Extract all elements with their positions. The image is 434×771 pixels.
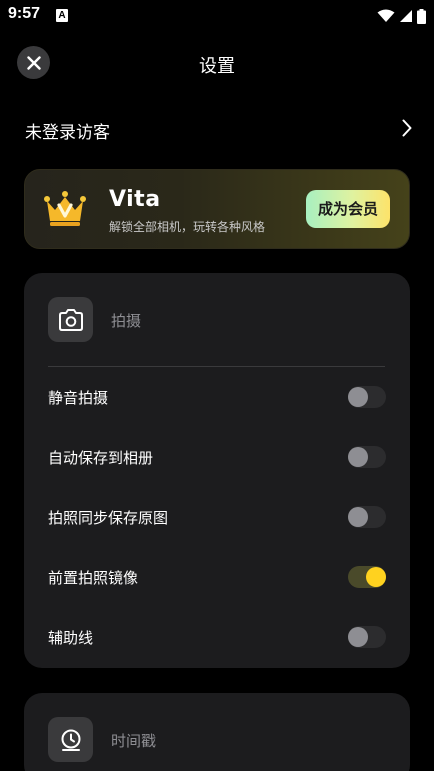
- wifi-icon: [377, 9, 395, 22]
- setting-save-original: 拍照同步保存原图: [48, 497, 386, 537]
- setting-label: 静音拍摄: [48, 389, 109, 407]
- header: 设置: [0, 40, 434, 84]
- crown-icon: [44, 191, 86, 226]
- account-label: 未登录访客: [25, 123, 110, 143]
- toggle-knob: [366, 567, 386, 587]
- status-time: 9:57: [8, 5, 41, 22]
- signal-icon: [400, 10, 412, 22]
- grid-lines-toggle[interactable]: [348, 626, 386, 648]
- setting-label: 拍照同步保存原图: [48, 509, 169, 527]
- setting-front-mirror: 前置拍照镜像: [48, 557, 386, 597]
- timestamp-card[interactable]: 时间戳: [24, 693, 410, 771]
- toggle-knob: [348, 387, 368, 407]
- chevron-right-icon: [402, 119, 412, 137]
- account-row[interactable]: 未登录访客: [0, 108, 434, 150]
- shoot-settings-card: 拍摄 静音拍摄 自动保存到相册 拍照同步保存原图 前置拍照镜像 辅助线: [24, 273, 410, 668]
- setting-auto-save: 自动保存到相册: [48, 437, 386, 477]
- auto-save-toggle[interactable]: [348, 446, 386, 468]
- silent-shoot-toggle[interactable]: [348, 386, 386, 408]
- section-title: 拍摄: [111, 312, 142, 330]
- toggle-knob: [348, 447, 368, 467]
- status-icons: [377, 8, 426, 24]
- setting-silent-shoot: 静音拍摄: [48, 377, 386, 417]
- page-title: 设置: [199, 56, 235, 77]
- setting-label: 辅助线: [48, 629, 94, 647]
- vip-subtitle: 解锁全部相机，玩转各种风格: [109, 220, 266, 234]
- section-title: 时间戳: [111, 732, 157, 750]
- divider: [48, 366, 385, 367]
- status-bar: 9:57 A: [0, 0, 434, 32]
- section-icon-box: [48, 297, 93, 342]
- clock-icon: [61, 729, 80, 751]
- section-icon-box: [48, 717, 93, 762]
- vip-title: Vita: [109, 187, 161, 212]
- save-original-toggle[interactable]: [348, 506, 386, 528]
- vip-card[interactable]: Vita 解锁全部相机，玩转各种风格 成为会员: [24, 169, 410, 249]
- camera-icon: [58, 308, 83, 331]
- setting-label: 前置拍照镜像: [48, 569, 139, 587]
- front-mirror-toggle[interactable]: [348, 566, 386, 588]
- setting-grid-lines: 辅助线: [48, 617, 386, 657]
- battery-icon: [417, 8, 426, 24]
- toggle-knob: [348, 507, 368, 527]
- setting-label: 自动保存到相册: [48, 449, 154, 467]
- toggle-knob: [348, 627, 368, 647]
- become-member-button[interactable]: 成为会员: [306, 190, 390, 228]
- app-notification-icon: A: [56, 9, 68, 22]
